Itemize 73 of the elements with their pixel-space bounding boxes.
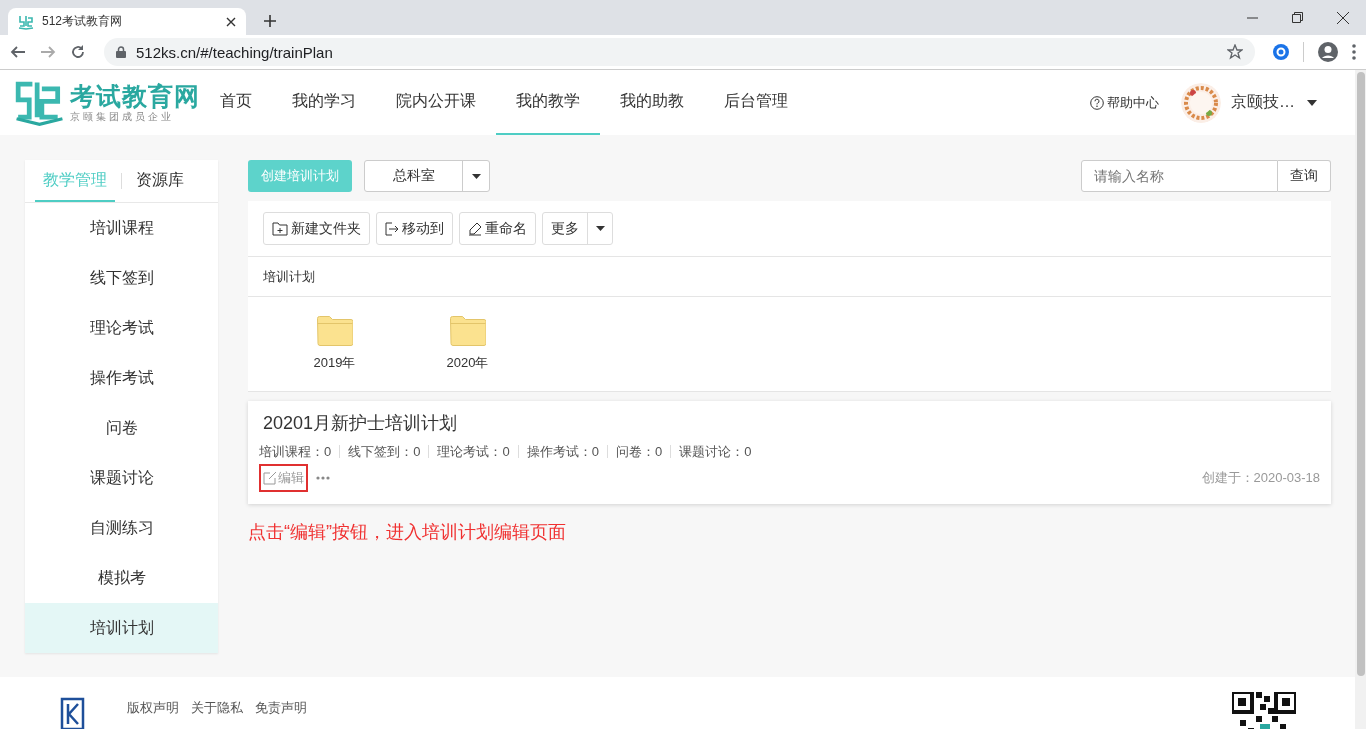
sidebar-item[interactable]: 问卷 xyxy=(25,403,218,453)
sidebar-item[interactable]: 培训课程 xyxy=(25,203,218,253)
folder-item[interactable]: 2020年 xyxy=(426,316,509,372)
query-button[interactable]: 查询 xyxy=(1278,160,1331,192)
logo-text: 考试教育网 xyxy=(70,81,200,110)
caret-icon[interactable] xyxy=(1307,99,1317,106)
sidebar-item[interactable]: 操作考试 xyxy=(25,353,218,403)
nav-item[interactable]: 我的助教 xyxy=(600,70,704,135)
plan-stat: 培训课程：0 xyxy=(259,445,333,458)
restore-icon[interactable] xyxy=(1292,12,1303,23)
sidebar-item[interactable]: 自测练习 xyxy=(25,503,218,553)
logo-slogan: 京颐集团成员企业 xyxy=(70,109,175,124)
nav-item[interactable]: 院内公开课 xyxy=(376,70,496,135)
breadcrumb[interactable]: 培训计划 xyxy=(263,267,315,286)
plan-stat: 课题讨论：0 xyxy=(670,445,760,458)
new-tab-icon[interactable] xyxy=(264,15,276,27)
help-link[interactable]: 帮助中心 xyxy=(1090,93,1159,112)
help-icon xyxy=(1090,95,1104,110)
folder-item[interactable]: 2019年 xyxy=(293,316,376,372)
more-icon[interactable] xyxy=(316,476,330,480)
sidebar-item[interactable]: 培训计划 xyxy=(25,603,218,653)
back-icon[interactable] xyxy=(10,44,26,60)
plan-stat: 理论考试：0 xyxy=(428,445,518,458)
footer-logo-icon xyxy=(60,697,85,729)
plan-title[interactable]: 20201月新护士培训计划 xyxy=(259,411,1320,435)
footer-link[interactable]: 版权声明 xyxy=(127,699,179,717)
action-button[interactable]: 新建文件夹 xyxy=(263,212,370,245)
footer-link[interactable]: 关于隐私 xyxy=(191,699,243,717)
caret-icon xyxy=(471,173,481,179)
move-icon xyxy=(385,221,399,236)
folder-icon xyxy=(316,316,353,346)
folder-icon xyxy=(449,316,486,346)
nav-item[interactable]: 首页 xyxy=(200,70,272,135)
close-icon[interactable] xyxy=(1337,11,1349,24)
search-field[interactable]: 请输入名称 xyxy=(1081,160,1278,192)
lock-icon xyxy=(116,46,126,58)
plan-stat: 操作考试：0 xyxy=(517,445,607,458)
folder-name: 2019年 xyxy=(313,354,356,372)
sidebar-item[interactable]: 模拟考 xyxy=(25,553,218,603)
nav-item[interactable]: 我的教学 xyxy=(496,70,600,135)
browser-tab[interactable]: 512考试教育网 xyxy=(8,8,246,35)
folder-name: 2020年 xyxy=(446,354,489,372)
action-button[interactable]: 重命名 xyxy=(459,212,536,245)
department-dropdown[interactable]: 总科室 xyxy=(364,160,490,192)
sidebar-tab[interactable]: 资源库 xyxy=(128,160,192,202)
plan-stat: 线下签到：0 xyxy=(339,445,429,458)
caret-icon[interactable] xyxy=(595,226,605,231)
avatar[interactable] xyxy=(1181,82,1221,123)
pencil-icon xyxy=(468,221,482,236)
url-text: 512ks.cn/#/teaching/trainPlan xyxy=(136,43,334,61)
nav-item[interactable]: 后台管理 xyxy=(704,70,808,135)
sidebar-item[interactable]: 课题讨论 xyxy=(25,453,218,503)
annotation-text: 点击“编辑”按钮，进入培训计划编辑页面 xyxy=(248,521,567,544)
close-icon[interactable] xyxy=(226,16,236,27)
scrollbar-thumb[interactable] xyxy=(1356,72,1365,676)
footer-link[interactable]: 免责声明 xyxy=(255,699,307,717)
logo-icon xyxy=(18,13,34,30)
nav-item[interactable]: 我的学习 xyxy=(272,70,376,135)
star-icon[interactable] xyxy=(1227,44,1243,60)
action-button[interactable]: 移动到 xyxy=(376,212,453,245)
created-date: 创建于：2020-03-18 xyxy=(1201,469,1320,487)
sidebar-item[interactable]: 理论考试 xyxy=(25,303,218,353)
menu-icon[interactable] xyxy=(1352,44,1356,60)
sidebar-item[interactable]: 线下签到 xyxy=(25,253,218,303)
tab-title: 512考试教育网 xyxy=(42,13,124,30)
edit-icon xyxy=(263,471,277,485)
user-name[interactable]: 京颐技… xyxy=(1231,92,1295,113)
plan-stat: 问卷：0 xyxy=(606,445,671,458)
address-bar[interactable]: 512ks.cn/#/teaching/trainPlan xyxy=(104,38,1255,66)
reload-icon[interactable] xyxy=(70,44,86,60)
profile-icon[interactable] xyxy=(1318,42,1338,62)
new-folder-icon xyxy=(272,221,288,236)
extension-icon[interactable] xyxy=(1273,44,1289,60)
